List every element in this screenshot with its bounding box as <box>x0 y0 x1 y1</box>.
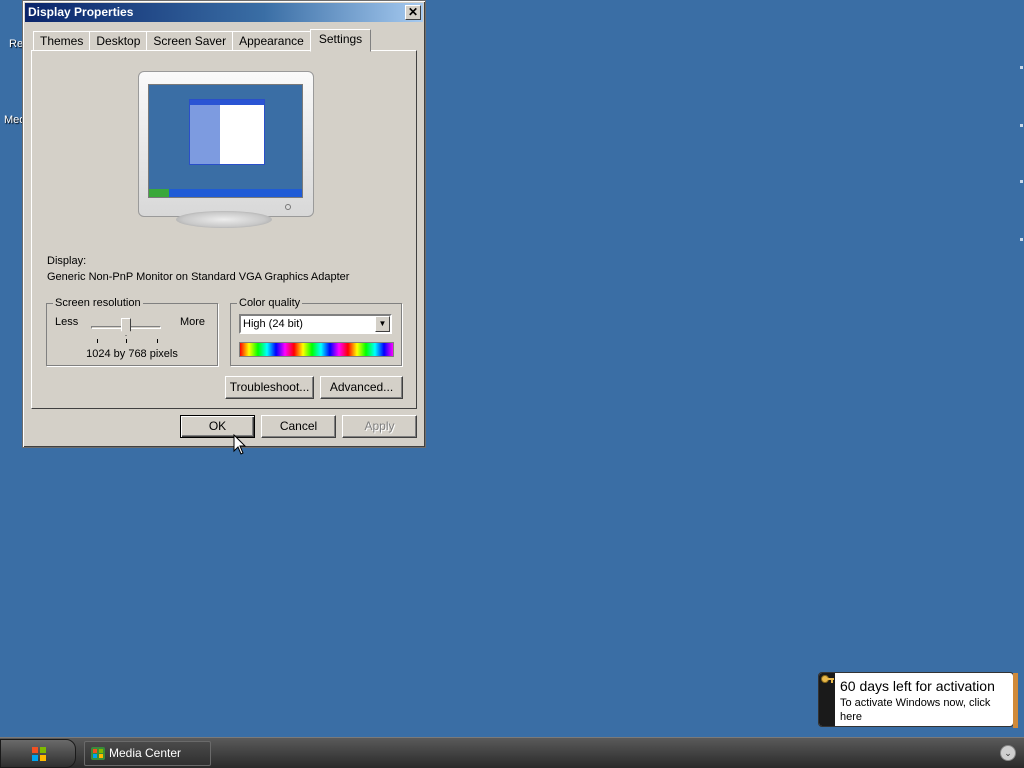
advanced-button[interactable]: Advanced... <box>320 376 403 399</box>
screen-resolution-group: Screen resolution Less More 1024 by 768 … <box>46 297 218 366</box>
balloon-title: 60 days left for activation <box>840 678 995 694</box>
slider-tick <box>157 339 158 343</box>
slider-tick <box>126 339 127 343</box>
mouse-cursor-icon <box>233 434 247 455</box>
balloon-edge <box>1013 673 1018 728</box>
tab-screen-saver[interactable]: Screen Saver <box>146 31 234 51</box>
desktop-icon-label-recycle[interactable]: Re <box>9 38 23 50</box>
activation-balloon[interactable]: 60 days left for activation To activate … <box>818 672 1018 728</box>
tab-desktop[interactable]: Desktop <box>89 31 148 51</box>
media-center-icon <box>91 747 105 760</box>
display-adapter-value: Generic Non-PnP Monitor on Standard VGA … <box>47 271 350 283</box>
windows-logo-icon <box>32 747 46 761</box>
monitor-stand <box>176 211 272 228</box>
taskbar-item-label: Media Center <box>109 746 182 760</box>
color-quality-group: Color quality High (24 bit) ▼ <box>230 297 402 366</box>
key-icon <box>819 673 835 726</box>
display-properties-dialog: Display Properties ✕ Themes Desktop Scre… <box>22 0 426 448</box>
color-quality-title: Color quality <box>237 297 303 309</box>
start-button[interactable] <box>0 739 76 768</box>
cancel-button[interactable]: Cancel <box>261 415 336 438</box>
tab-strip: Themes Desktop Screen Saver Appearance S… <box>33 29 372 52</box>
display-label: Display: <box>47 255 87 267</box>
screen-resolution-title: Screen resolution <box>53 297 143 309</box>
preview-taskbar-thumbnail <box>149 189 302 197</box>
settings-tab-panel: Display: Generic Non-PnP Monitor on Stan… <box>31 50 417 409</box>
monitor-preview <box>138 71 314 217</box>
slider-more-label: More <box>179 316 205 328</box>
balloon-text[interactable]: To activate Windows now, click here <box>840 696 1005 724</box>
monitor-power-led <box>285 204 291 210</box>
apply-button[interactable]: Apply <box>342 415 417 438</box>
tab-appearance[interactable]: Appearance <box>232 31 311 51</box>
color-quality-select[interactable]: High (24 bit) ▼ <box>239 314 392 334</box>
close-icon: ✕ <box>407 5 419 19</box>
resolution-slider-thumb[interactable] <box>121 318 131 336</box>
tab-settings[interactable]: Settings <box>309 29 372 52</box>
title-bar[interactable]: Display Properties ✕ <box>25 3 423 22</box>
color-quality-selected-value: High (24 bit) <box>243 318 303 330</box>
preview-window-thumbnail <box>189 99 265 165</box>
monitor-screen-preview <box>148 84 303 198</box>
slider-less-label: Less <box>55 316 79 328</box>
dialog-title: Display Properties <box>28 5 134 19</box>
tray-expand-icon[interactable]: ⌄ <box>1000 745 1016 761</box>
tab-themes[interactable]: Themes <box>33 31 91 51</box>
taskbar: Media Center ⌄ <box>0 737 1024 768</box>
color-spectrum-preview <box>239 342 394 357</box>
troubleshoot-button[interactable]: Troubleshoot... <box>225 376 314 399</box>
taskbar-item-media-center[interactable]: Media Center <box>84 741 211 766</box>
resolution-value: 1024 by 768 pixels <box>86 348 178 360</box>
slider-tick <box>97 339 98 343</box>
chevron-down-icon[interactable]: ▼ <box>375 316 390 332</box>
close-button[interactable]: ✕ <box>405 5 421 20</box>
